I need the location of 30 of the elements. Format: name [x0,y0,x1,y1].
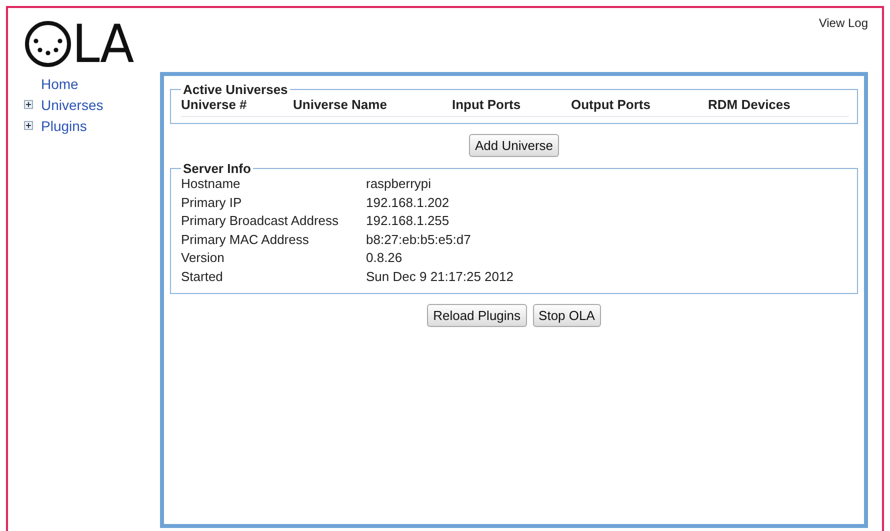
sidebar-item[interactable]: Universes [41,96,104,112]
info-label: Primary IP [181,194,243,211]
info-value: 192.168.1.202 [366,194,450,211]
column-header: Universe Name [293,97,388,112]
info-value: 192.168.1.255 [366,213,450,230]
expand-icon[interactable] [24,100,33,109]
expand-icon[interactable] [24,121,33,130]
column-header: Output Ports [571,97,652,112]
view-log-link[interactable]: View Log [818,16,868,30]
column-header: RDM Devices [708,97,790,112]
logo-text: LA [72,18,134,70]
info-value: Sun Dec 9 21:17:25 2012 [366,268,514,285]
sidebar-item[interactable]: Home [41,76,78,92]
column-header: Universe # [181,97,248,112]
connector-icon [24,20,72,68]
info-label: Started [181,268,224,285]
action-button[interactable]: Reload Plugins [427,304,527,327]
info-value: b8:27:eb:b5:e5:d7 [366,232,472,248]
add-universe-button[interactable]: Add Universe [468,134,560,157]
info-label: Hostname [181,176,242,192]
group-title: Active Universes [182,82,289,97]
info-value: raspberrypi [366,176,432,192]
group-title: Server Info [182,161,252,176]
info-label: Primary Broadcast Address [181,213,340,230]
column-header: Input Ports [452,97,522,112]
action-button[interactable]: Stop OLA [532,304,601,327]
info-value: 0.8.26 [366,250,404,266]
info-label: Version [181,250,226,266]
sidebar-item[interactable]: Plugins [41,118,87,134]
info-label: Primary MAC Address [181,232,310,248]
